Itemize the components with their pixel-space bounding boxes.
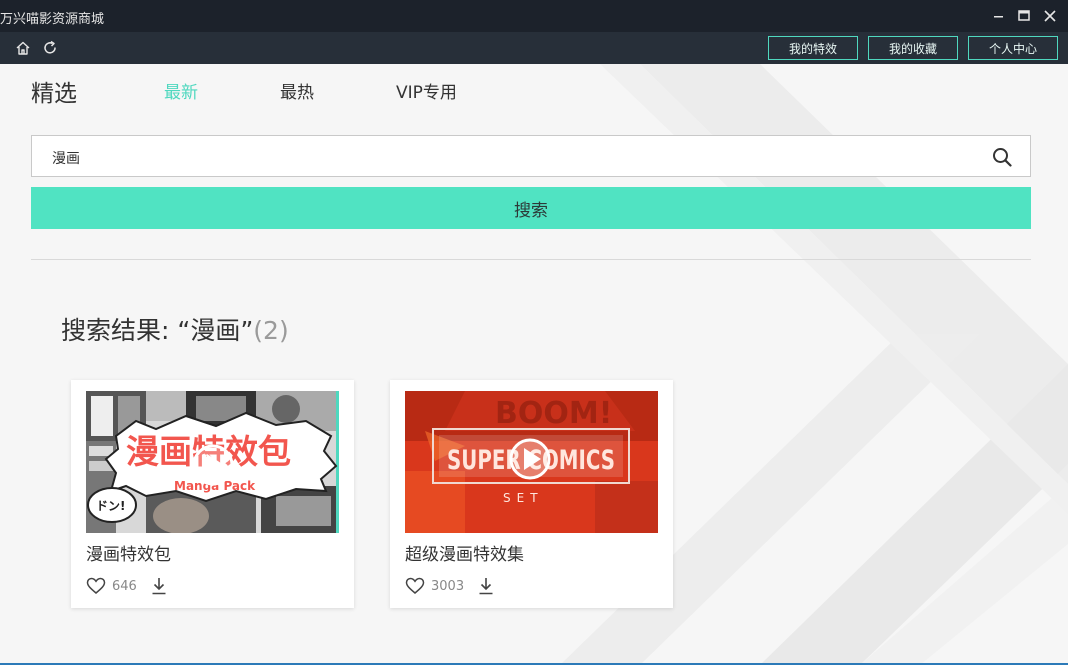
card-title[interactable]: 超级漫画特效集 [405, 540, 524, 565]
card-meta: 646 [86, 575, 167, 597]
close-button[interactable] [1039, 5, 1061, 27]
search-button[interactable]: 搜索 [31, 187, 1031, 229]
my-effects-button[interactable]: 我的特效 [768, 36, 858, 60]
results-count: (2) [253, 316, 289, 345]
card-thumbnail[interactable]: 漫画特效包 Manga Pack ドン! [86, 391, 339, 533]
svg-text:BOOM!: BOOM! [495, 396, 612, 431]
refresh-button[interactable] [42, 40, 58, 56]
card-thumbnail[interactable]: BOOM! SUPER COMICS SET [405, 391, 658, 533]
results-title: 搜索结果: “漫画” [61, 316, 254, 345]
download-icon[interactable] [478, 577, 494, 595]
my-favorites-button[interactable]: 我的收藏 [868, 36, 958, 60]
like-count: 646 [112, 578, 137, 594]
thumb-bubble: ドン! [96, 499, 125, 513]
heart-icon[interactable] [86, 577, 106, 595]
user-center-button[interactable]: 个人中心 [968, 36, 1058, 60]
home-icon [16, 41, 30, 55]
heart-icon[interactable] [405, 577, 425, 595]
toolbar: 我的特效 我的收藏 个人中心 [0, 32, 1068, 64]
download-icon[interactable] [151, 577, 167, 595]
results-heading: 搜索结果: “漫画”(2) [61, 311, 289, 347]
search-icon[interactable] [992, 147, 1012, 167]
refresh-icon [44, 40, 56, 54]
tab-hottest[interactable]: 最热 [280, 78, 314, 103]
divider [31, 259, 1031, 260]
card-title[interactable]: 漫画特效包 [86, 540, 171, 565]
like-count: 3003 [431, 578, 465, 594]
thumb-subtitle: SET [503, 491, 544, 505]
maximize-button[interactable] [1013, 5, 1035, 27]
manga-pack-thumbnail: 漫画特效包 Manga Pack ドン! [86, 391, 339, 533]
main-content: 精选 最新 最热 VIP专用 漫画 搜索 搜索结果: “漫画”(2) Manga… [0, 64, 1068, 665]
card-meta: 3003 [405, 575, 494, 597]
play-icon[interactable] [509, 438, 551, 480]
super-comics-thumbnail: BOOM! SUPER COMICS SET [405, 391, 658, 533]
tab-vip[interactable]: VIP专用 [396, 78, 457, 103]
play-icon[interactable] [192, 444, 234, 486]
home-button[interactable] [15, 40, 31, 56]
title-bar: 万兴喵影资源商城 [0, 0, 1068, 32]
minimize-icon [994, 16, 1003, 18]
search-input[interactable]: 漫画 [31, 135, 1031, 177]
window-title: 万兴喵影资源商城 [0, 12, 105, 27]
result-card-manga-pack[interactable]: 漫画特效包 Manga Pack ドン! 漫画特效包 646 [71, 380, 354, 608]
result-card-super-comics[interactable]: BOOM! SUPER COMICS SET 超级漫画特效集 3003 [390, 380, 673, 608]
minimize-button[interactable] [988, 5, 1010, 27]
maximize-icon [1018, 10, 1030, 21]
tab-newest[interactable]: 最新 [164, 78, 198, 103]
close-icon [1044, 10, 1056, 22]
search-input-value: 漫画 [52, 151, 80, 167]
tab-featured[interactable]: 精选 [31, 74, 77, 108]
